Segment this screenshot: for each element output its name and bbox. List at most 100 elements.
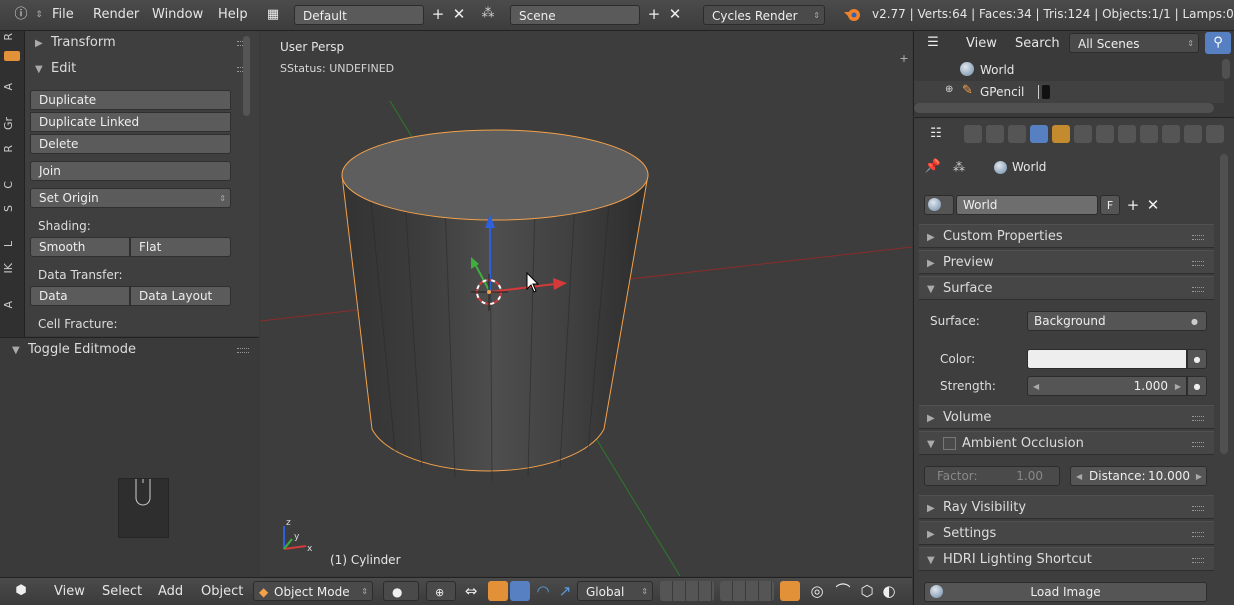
3d-viewport[interactable]: z x y User Persp SStatus: UNDEFINED (1) … bbox=[260, 31, 912, 576]
data-button[interactable]: Data bbox=[30, 286, 130, 306]
proportional-edit-icon[interactable]: ◎ bbox=[808, 582, 826, 600]
drag-handle-icon[interactable] bbox=[1192, 532, 1204, 537]
physics-tab-icon[interactable] bbox=[1206, 125, 1224, 143]
menu-window[interactable]: Window bbox=[152, 7, 203, 22]
tab-extra[interactable]: A bbox=[2, 301, 22, 309]
data-tab-icon[interactable] bbox=[1118, 125, 1136, 143]
scene-field[interactable]: Scene bbox=[510, 5, 640, 25]
properties-region-toggle-icon[interactable]: + bbox=[898, 53, 910, 65]
manipulator-toggle-icon[interactable]: ⇔ bbox=[462, 582, 480, 600]
tab-relations[interactable]: R bbox=[2, 145, 22, 153]
constraints-tab-icon[interactable] bbox=[1074, 125, 1092, 143]
menu-render[interactable]: Render bbox=[93, 7, 139, 22]
remove-scene-icon[interactable]: ✕ bbox=[666, 5, 684, 23]
custom-properties-panel-header[interactable]: ▶ Custom Properties bbox=[919, 224, 1214, 248]
tab-grease[interactable]: Gr bbox=[2, 117, 22, 130]
increment-arrow-icon[interactable]: ▶ bbox=[1196, 467, 1202, 486]
decrement-arrow-icon[interactable]: ◀ bbox=[1033, 377, 1039, 396]
add-layout-icon[interactable]: + bbox=[429, 5, 447, 23]
smooth-button[interactable]: Smooth bbox=[30, 237, 130, 257]
drag-handle-icon[interactable] bbox=[1192, 442, 1204, 447]
layer-buttons-left[interactable] bbox=[660, 581, 714, 601]
tab-ik[interactable]: IK bbox=[2, 263, 22, 273]
viewport-editor-icon[interactable]: ⬢ bbox=[12, 582, 30, 600]
cylinder-object[interactable] bbox=[341, 129, 649, 482]
world-browse-button[interactable] bbox=[924, 195, 954, 215]
render-preview-icon[interactable]: ◐ bbox=[880, 582, 898, 600]
texture-tab-icon[interactable] bbox=[1162, 125, 1180, 143]
world-tab-icon[interactable] bbox=[1030, 125, 1048, 143]
data-layout-button[interactable]: Data Layout bbox=[130, 286, 231, 306]
delete-button[interactable]: Delete bbox=[30, 134, 231, 154]
snap-target-icon[interactable]: ⬡ bbox=[858, 582, 876, 600]
world-name-field[interactable]: World bbox=[956, 195, 1098, 215]
menu-add[interactable]: Add bbox=[158, 584, 183, 599]
scene-icon[interactable]: ⁂ bbox=[479, 5, 497, 23]
decrement-arrow-icon[interactable]: ◀ bbox=[1076, 467, 1082, 486]
outliner-vertical-scrollbar[interactable] bbox=[1222, 59, 1230, 79]
toggle-editmode-header[interactable]: ▼ Toggle Editmode bbox=[0, 338, 259, 362]
render-tab-icon[interactable] bbox=[964, 125, 982, 143]
render-layers-tab-icon[interactable] bbox=[986, 125, 1004, 143]
pivot-select[interactable]: ⊕ bbox=[426, 581, 456, 601]
settings-panel-header[interactable]: ▶ Settings bbox=[919, 521, 1214, 545]
surface-panel-header[interactable]: ▼ Surface bbox=[919, 276, 1214, 300]
strength-field[interactable]: ◀ 1.000 ▶ bbox=[1027, 376, 1187, 396]
info-icon[interactable]: ⓘ bbox=[12, 6, 30, 24]
tab-shading[interactable]: S bbox=[2, 205, 22, 212]
add-scene-icon[interactable]: + bbox=[645, 5, 663, 23]
increment-arrow-icon[interactable]: ▶ bbox=[1175, 377, 1181, 396]
rotate-manipulator-button[interactable] bbox=[510, 581, 530, 601]
mode-select[interactable]: ◆ Object Mode ⇕ bbox=[253, 581, 373, 601]
outliner-horizontal-scrollbar[interactable] bbox=[914, 103, 1214, 113]
edit-panel-header[interactable]: ▼ Edit bbox=[25, 57, 259, 81]
outliner-row-gpencil[interactable]: ⊕ ✎ GPencil bbox=[914, 81, 1224, 103]
modifiers-tab-icon[interactable] bbox=[1096, 125, 1114, 143]
editor-type-arrows-icon[interactable]: ⇕ bbox=[30, 6, 48, 24]
color-swatch[interactable] bbox=[1027, 349, 1187, 369]
remove-layout-icon[interactable]: ✕ bbox=[450, 5, 468, 23]
outliner-search-menu[interactable]: Search bbox=[1015, 36, 1060, 51]
properties-editor-icon[interactable]: ☷ bbox=[927, 125, 945, 143]
tab-lighting[interactable]: L bbox=[2, 241, 22, 247]
tool-shelf-scrollbar[interactable] bbox=[243, 36, 250, 116]
material-tab-icon[interactable] bbox=[1140, 125, 1158, 143]
preview-panel-header[interactable]: ▶ Preview bbox=[919, 250, 1214, 274]
ao-factor-field[interactable]: Factor: 1.00 bbox=[924, 466, 1060, 486]
strength-socket-button[interactable]: ● bbox=[1187, 376, 1207, 396]
menu-object[interactable]: Object bbox=[201, 584, 243, 599]
color-socket-button[interactable]: ● bbox=[1187, 349, 1207, 369]
menu-view[interactable]: View bbox=[54, 584, 85, 599]
display-mode-select[interactable]: All Scenes ⇕ bbox=[1069, 33, 1199, 53]
menu-help[interactable]: Help bbox=[218, 7, 248, 22]
menu-select[interactable]: Select bbox=[102, 584, 142, 599]
tab-create[interactable]: C bbox=[2, 181, 22, 189]
drag-handle-icon[interactable] bbox=[237, 348, 249, 353]
layout-field[interactable]: Default bbox=[294, 5, 424, 25]
fake-user-button[interactable]: F bbox=[1100, 195, 1120, 215]
screen-layout-icon[interactable]: ▦ bbox=[264, 6, 282, 24]
expand-plus-icon[interactable]: ⊕ bbox=[945, 84, 953, 95]
shading-select[interactable]: ● bbox=[383, 581, 419, 601]
outliner-view-menu[interactable]: View bbox=[966, 36, 997, 51]
load-image-button[interactable]: Load Image bbox=[924, 582, 1207, 602]
layer-buttons-right[interactable] bbox=[720, 581, 774, 601]
search-icon[interactable]: ⚲ bbox=[1205, 32, 1231, 54]
snap-icon[interactable]: ⌒ bbox=[834, 582, 852, 600]
set-origin-select[interactable]: Set Origin ⇕ bbox=[30, 188, 231, 208]
translate-manipulator-button[interactable] bbox=[488, 581, 508, 601]
transform-panel-header[interactable]: ▶ Transform bbox=[25, 31, 259, 55]
hdri-panel-header[interactable]: ▼ HDRI Lighting Shortcut bbox=[919, 547, 1214, 571]
scale-icon[interactable]: ↗ bbox=[556, 582, 574, 600]
viewport-scene[interactable]: z x y bbox=[260, 31, 912, 576]
orientation-select[interactable]: Global ⇕ bbox=[577, 581, 653, 601]
drag-handle-icon[interactable] bbox=[1192, 416, 1204, 421]
properties-scrollbar[interactable] bbox=[1220, 154, 1228, 454]
particles-tab-icon[interactable] bbox=[1184, 125, 1202, 143]
drag-handle-icon[interactable] bbox=[1192, 235, 1204, 240]
tab-tools[interactable]: R bbox=[2, 33, 22, 41]
ambient-occlusion-checkbox[interactable] bbox=[943, 437, 956, 450]
tab-animation[interactable]: A bbox=[2, 83, 22, 91]
new-world-icon[interactable]: + bbox=[1124, 196, 1142, 214]
unlink-world-icon[interactable]: ✕ bbox=[1144, 196, 1162, 214]
